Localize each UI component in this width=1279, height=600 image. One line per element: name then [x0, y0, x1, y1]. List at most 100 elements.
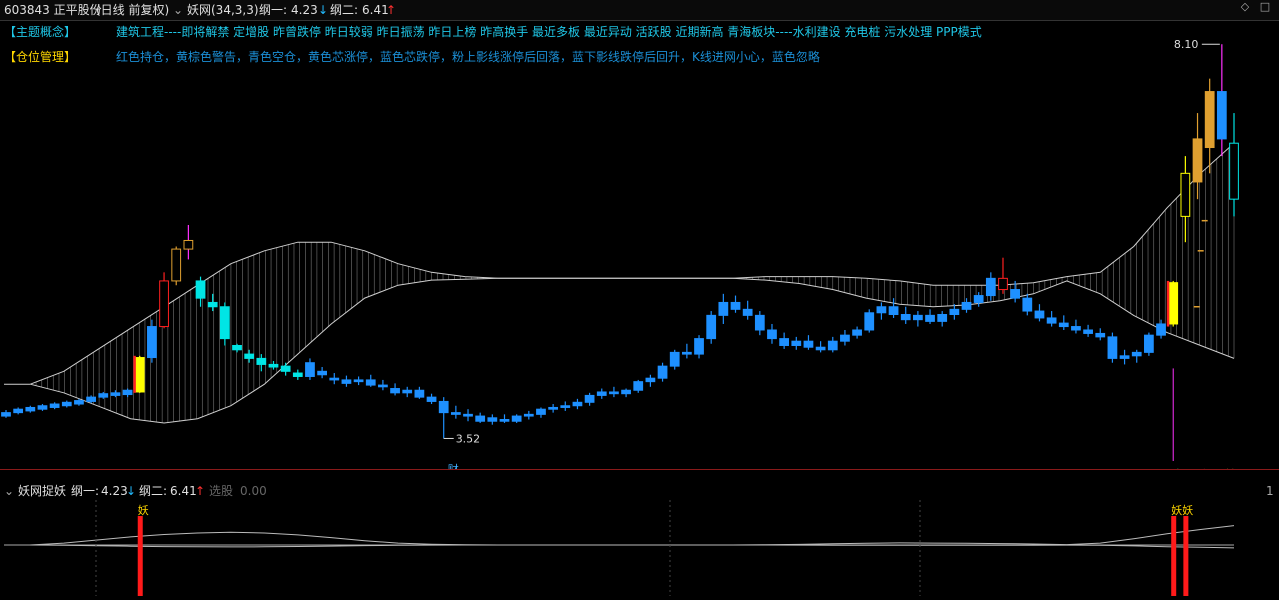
line1-value: 4.23 [291, 3, 318, 17]
candle-body [329, 377, 340, 381]
candle-body [280, 365, 291, 372]
candle-body [852, 329, 862, 336]
candle-body [317, 370, 327, 376]
candle-body [1131, 351, 1142, 357]
candle-body [390, 388, 400, 394]
candle-body [998, 277, 1008, 291]
net-lower-line [30, 277, 1235, 424]
candlestick-chart[interactable]: 8.103.52财减涨榜 [0, 21, 1279, 482]
candle-body [450, 412, 461, 415]
indicator-name[interactable]: 妖网(34,3,3) [187, 0, 259, 20]
sub-indicator-name[interactable]: 妖网捉妖 [18, 482, 66, 500]
candle-body [767, 329, 777, 340]
candle-body [1071, 326, 1081, 331]
candle-body [511, 415, 522, 422]
sub-envelope-upper [30, 525, 1235, 546]
candle-body [1192, 138, 1203, 183]
candle-body [864, 312, 875, 331]
candle-body [341, 379, 352, 384]
line2-value: 6.41 [362, 3, 389, 17]
candle-body [621, 389, 631, 395]
candle-body [426, 396, 437, 402]
candle-body [207, 301, 218, 308]
chevron-down-icon[interactable]: ⌄ [173, 0, 183, 20]
candle-body [1107, 336, 1118, 359]
candle-body [900, 314, 911, 321]
candle-body [1168, 282, 1179, 325]
candle-body [681, 351, 692, 355]
sub-line2-label: 纲二: [139, 484, 168, 498]
candle-body [888, 306, 899, 316]
candle-body [913, 314, 923, 321]
square-icon[interactable]: □ [1258, 0, 1272, 14]
up-arrow-icon: ↑ [386, 3, 397, 17]
candle-body [353, 379, 364, 383]
candle-body [244, 353, 255, 359]
candle-body [61, 401, 72, 407]
candle-body [1034, 310, 1045, 319]
chevron-down-icon[interactable]: ⌄ [4, 482, 14, 500]
candle-body [1204, 91, 1215, 149]
candle-body [378, 384, 388, 388]
candle-body [25, 406, 36, 412]
candle-body [985, 277, 996, 297]
position-text: 红色持仓，黄棕色警告，青色空仓，黄色芯涨停，蓝色芯跌停，粉上影线涨停后回落，蓝下… [116, 50, 820, 64]
candle-body [1022, 297, 1033, 312]
panel-divider[interactable] [0, 469, 1279, 470]
sub-line1-label: 纲一: [71, 484, 100, 498]
position-label: 【仓位管理】 [4, 50, 77, 64]
indicator-header: 603843 正平股份 (日线 前复权) ⌄ 妖网(34,3,3) 纲一: 4.… [0, 0, 1279, 21]
candle-body [159, 280, 169, 328]
candle-body [754, 314, 765, 331]
sub-line1-value: 4.23 [101, 484, 128, 498]
signal-bar [1171, 516, 1177, 596]
candle-body [548, 406, 559, 410]
candle-body [13, 408, 24, 414]
candle-body [1010, 289, 1021, 299]
line2-label: 纲二: [330, 3, 359, 17]
candle-body [49, 403, 60, 408]
main-chart[interactable]: 8.103.52财减涨榜 【主题概念】 建筑工程----即将解禁 定增股 昨曾跌… [0, 21, 1279, 482]
signal-bar [137, 516, 143, 596]
candle-body [718, 301, 729, 316]
candle-body [1216, 91, 1227, 140]
candle-body [694, 338, 704, 355]
candle-body [402, 389, 413, 394]
sub-axis-top: 1 [1266, 484, 1274, 498]
candle-body [949, 308, 960, 316]
candle-body [268, 363, 279, 368]
candle-body [487, 417, 498, 422]
candle-body [961, 301, 972, 310]
signal-label: 妖妖 [1171, 503, 1193, 517]
candle-body [779, 338, 790, 346]
high-price-label: 8.10 [1174, 38, 1199, 51]
candle-body [256, 357, 267, 365]
stock-title[interactable]: 603843 正平股份 [4, 0, 102, 20]
candle-body [791, 340, 802, 346]
candle-body [560, 405, 571, 408]
candle-body [669, 351, 680, 367]
candle-body [572, 401, 583, 407]
candle-body [74, 400, 84, 405]
candle-body [232, 344, 242, 351]
low-price-label: 3.52 [456, 432, 481, 445]
limit-up-stripe [133, 355, 136, 393]
candle-body [86, 396, 96, 402]
candle-body [1083, 329, 1093, 334]
candle-body [1144, 334, 1154, 353]
candle-body [925, 314, 935, 322]
candle-body [37, 405, 48, 410]
candle-body [1119, 355, 1130, 359]
candle-body [438, 400, 449, 414]
candle-body [803, 340, 814, 348]
candle-body [414, 389, 425, 398]
candle-body [134, 357, 145, 393]
diamond-icon[interactable]: ◇ [1238, 0, 1252, 14]
candle-body [827, 340, 838, 351]
candle-body [1095, 332, 1106, 338]
candle-body [147, 326, 157, 359]
candle-body [973, 295, 984, 303]
candle-body [1, 412, 11, 417]
candle-body [292, 372, 303, 377]
period-label[interactable]: (日线 前复权) [96, 0, 169, 20]
